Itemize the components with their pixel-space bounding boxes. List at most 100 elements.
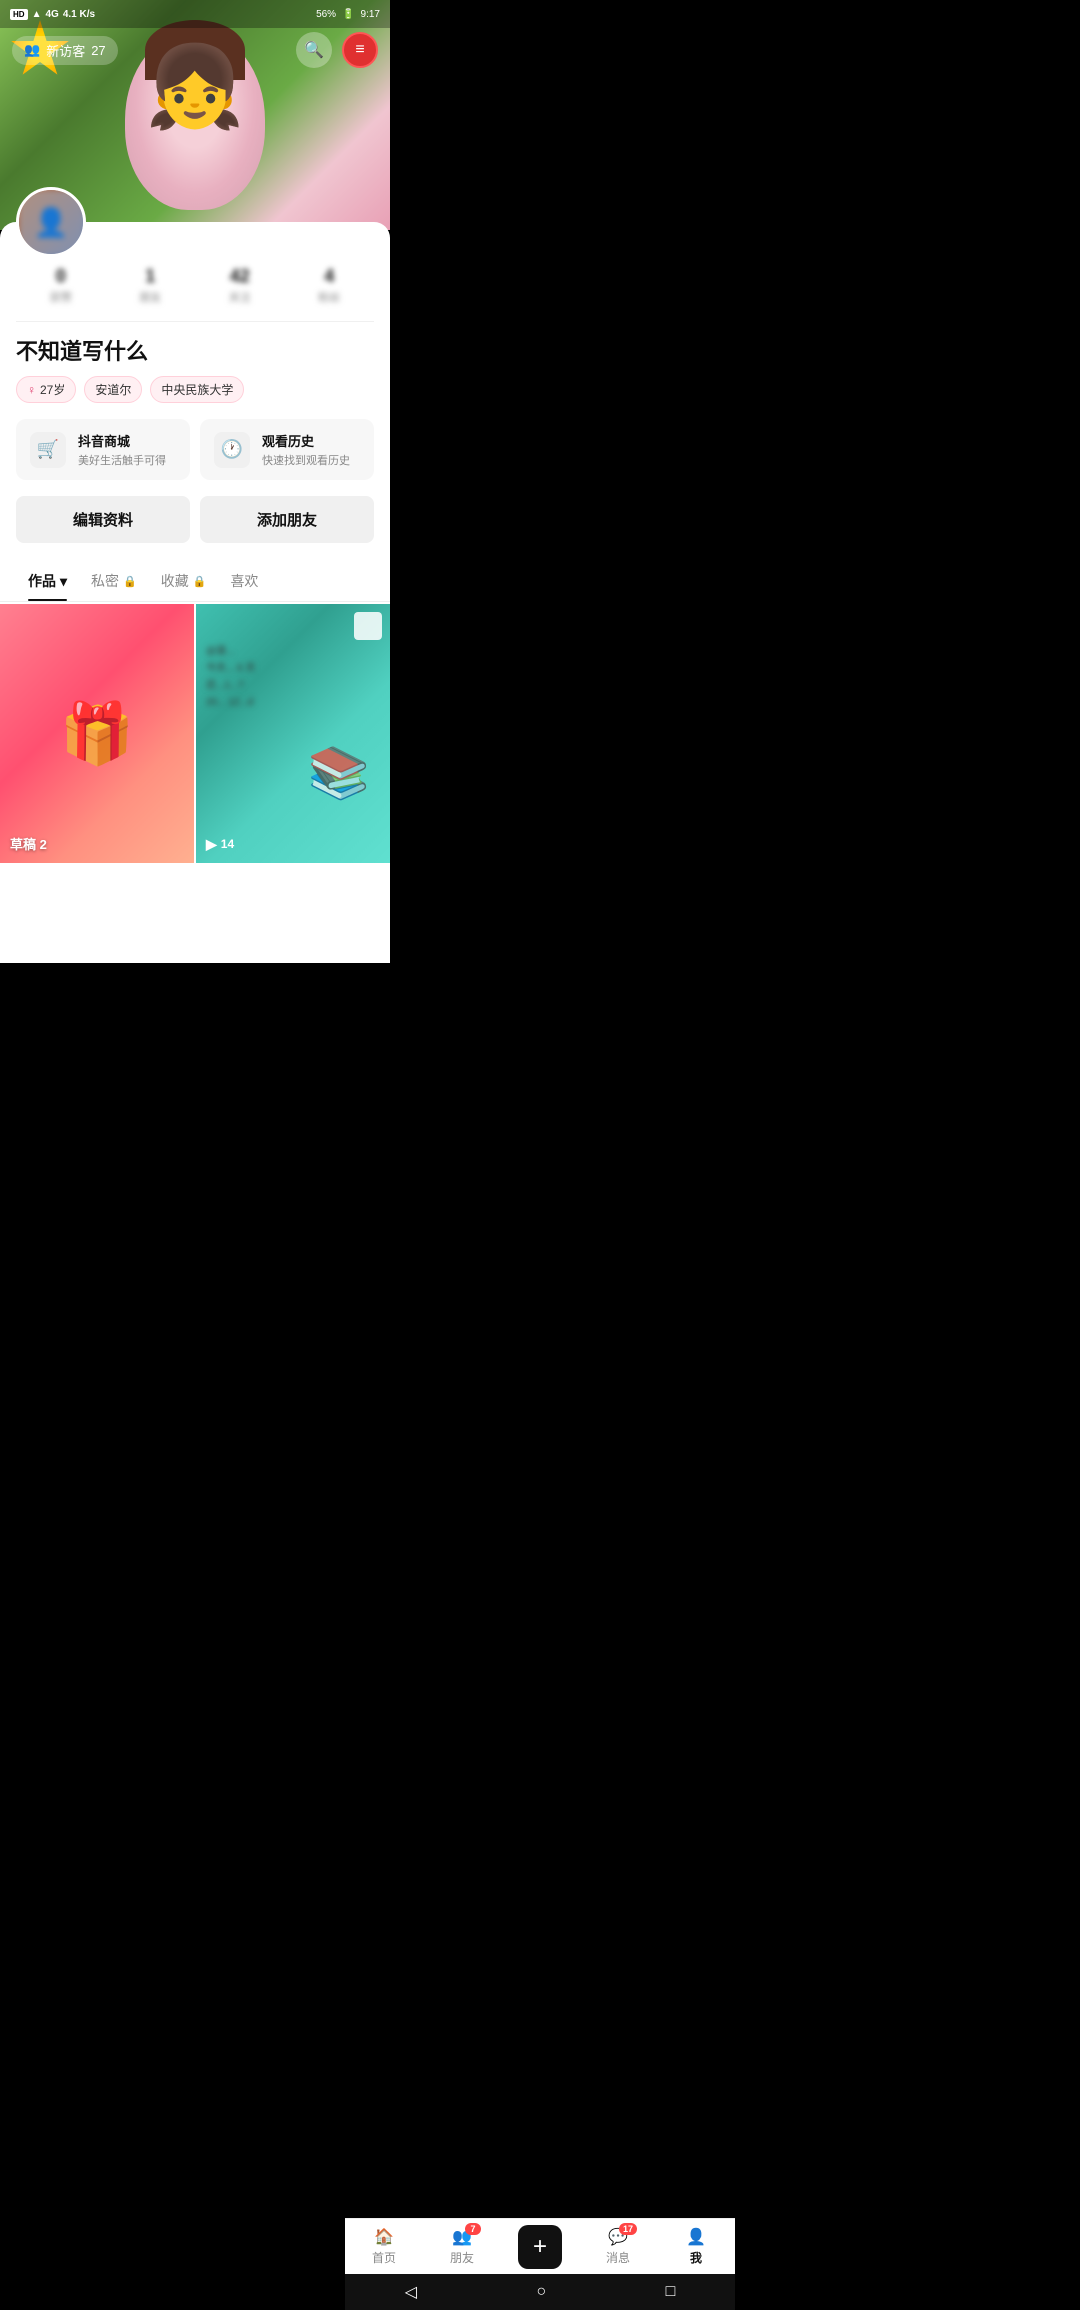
avatar[interactable]: 👤 [16, 187, 86, 257]
tab-works-arrow: ▾ [60, 573, 67, 590]
username: 不知道写什么 [16, 334, 374, 366]
create-button[interactable]: + [518, 2225, 562, 2269]
stat-followers[interactable]: 4 粉丝 [285, 266, 375, 305]
recents-button[interactable]: □ [666, 2283, 676, 2301]
history-subtitle: 快速找到观看历史 [262, 452, 350, 468]
grid-item-video[interactable]: 📚 @菠... 今天... 6 天 还...1...? 20... 12...d… [196, 604, 390, 863]
stat-following-num: 42 [195, 266, 285, 287]
visitor-count: 27 [91, 43, 105, 58]
grid-item-draft[interactable]: 🎁 草稿 2 [0, 604, 194, 863]
home-button[interactable]: ○ [536, 2283, 546, 2301]
tab-favorites-lock-icon: 🔒 [193, 575, 207, 588]
video-text-line-4: 20... 12...d [206, 695, 380, 710]
play-count-num: 14 [221, 837, 234, 851]
video-text-2: 今天... 6 天 [206, 661, 255, 676]
tag-location-label: 安道尔 [95, 381, 131, 398]
nav-messages-label: 消息 [606, 2249, 630, 2266]
speed-indicator: 4.1 K/s [63, 9, 95, 20]
video-text-line-1: @菠... [206, 644, 380, 659]
stat-following[interactable]: 42 关注 [195, 266, 285, 305]
stat-likes-num: 0 [16, 266, 106, 287]
nav-profile[interactable]: 👤 我 [657, 2227, 735, 2266]
tab-favorites[interactable]: 收藏 🔒 [149, 561, 219, 601]
content-grid: 🎁 草稿 2 📚 @菠... 今天... 6 天 还...1...? [0, 604, 390, 863]
battery-label: 56% [316, 9, 336, 20]
tab-favorites-label: 收藏 [161, 571, 189, 591]
tab-likes[interactable]: 喜欢 [218, 561, 270, 601]
profile-nav-icon: 👤 [686, 2227, 706, 2247]
stat-friends[interactable]: 1 朋友 [106, 266, 196, 305]
shop-text: 抖音商城 美好生活触手可得 [78, 431, 166, 468]
stat-likes-label: 获赞 [16, 289, 106, 305]
shop-title: 抖音商城 [78, 431, 166, 450]
history-icon: 🕐 [214, 432, 250, 468]
tag-age-label: 27岁 [40, 381, 65, 398]
feature-row: 🛒 抖音商城 美好生活触手可得 🕐 观看历史 快速找到观看历史 [16, 419, 374, 480]
add-friend-button[interactable]: 添加朋友 [200, 496, 374, 543]
network-icon: 4G [45, 9, 58, 20]
shop-icon: 🛒 [30, 432, 66, 468]
nav-home[interactable]: 🏠 首页 [345, 2227, 423, 2266]
tab-private[interactable]: 私密 🔒 [79, 561, 149, 601]
system-nav: ◁ ○ □ [345, 2274, 735, 2310]
search-icon: 🔍 [304, 40, 324, 60]
stat-followers-label: 粉丝 [285, 289, 375, 305]
nav-profile-label: 我 [690, 2249, 702, 2266]
tag-location[interactable]: 安道尔 [84, 376, 142, 403]
battery-icon: 🔋 [342, 9, 354, 20]
nav-friends-label: 朋友 [450, 2249, 474, 2266]
tab-private-label: 私密 [91, 571, 119, 591]
draft-label: 草稿 2 [10, 834, 47, 853]
video-text-4: 20... 12...d [206, 695, 253, 710]
gender-icon: ♀ [27, 383, 36, 397]
hd-badge: HD [10, 9, 28, 20]
visitor-badge[interactable]: 👥 新访客 27 [12, 36, 118, 65]
visitor-label: 新访客 [46, 41, 85, 60]
top-actions: 👥 新访客 27 🔍 ≡ [0, 32, 390, 68]
profile-section: 👤 0 获赞 1 朋友 42 关注 4 粉丝 不知道写什么 ♀ 27岁 安道尔 [0, 222, 390, 963]
tag-age[interactable]: ♀ 27岁 [16, 376, 76, 403]
nav-messages[interactable]: 💬 消息 17 [579, 2227, 657, 2266]
nav-home-label: 首页 [372, 2249, 396, 2266]
status-bar: HD ▲ 4G 4.1 K/s 56% 🔋 9:17 [0, 0, 390, 28]
tag-school-label: 中央民族大学 [161, 381, 233, 398]
tab-works[interactable]: 作品 ▾ [16, 561, 79, 601]
search-button[interactable]: 🔍 [296, 32, 332, 68]
friends-badge: 7 [465, 2223, 481, 2235]
draft-emoji: 🎁 [60, 698, 135, 769]
tag-school[interactable]: 中央民族大学 [150, 376, 244, 403]
shop-card[interactable]: 🛒 抖音商城 美好生活触手可得 [16, 419, 190, 480]
video-text-1: @菠... [206, 644, 235, 659]
nav-friends[interactable]: 👥 朋友 7 [423, 2227, 501, 2266]
tags-row: ♀ 27岁 安道尔 中央民族大学 [16, 376, 374, 403]
avatar-image: 👤 [19, 190, 83, 254]
video-overlay-box [354, 612, 382, 640]
play-icon: ▶ [206, 836, 217, 853]
menu-button[interactable]: ≡ [342, 32, 378, 68]
back-button[interactable]: ◁ [405, 2282, 417, 2302]
tab-private-lock-icon: 🔒 [123, 575, 137, 588]
stat-followers-num: 4 [285, 266, 375, 287]
video-emoji: 📚 [308, 744, 370, 803]
stat-friends-num: 1 [106, 266, 196, 287]
tab-works-label: 作品 [28, 571, 56, 591]
history-title: 观看历史 [262, 431, 350, 450]
time-display: 9:17 [361, 9, 380, 20]
video-text-line-3: 还...1...? [206, 678, 380, 693]
stat-likes[interactable]: 0 获赞 [16, 266, 106, 305]
video-text-block: @菠... 今天... 6 天 还...1...? 20... 12...d [206, 644, 380, 712]
bottom-nav: 🏠 首页 👥 朋友 7 + 💬 消息 17 👤 我 [345, 2218, 735, 2274]
nav-create[interactable]: + [501, 2225, 579, 2269]
tab-likes-label: 喜欢 [230, 571, 258, 591]
edit-profile-button[interactable]: 编辑资料 [16, 496, 190, 543]
history-card[interactable]: 🕐 观看历史 快速找到观看历史 [200, 419, 374, 480]
home-icon: 🏠 [374, 2227, 394, 2247]
grid-item-video-bg: 📚 [196, 604, 390, 863]
video-text-line-2: 今天... 6 天 [206, 661, 380, 676]
signal-icon: ▲ [32, 9, 42, 20]
shop-subtitle: 美好生活触手可得 [78, 452, 166, 468]
stat-following-label: 关注 [195, 289, 285, 305]
history-text: 观看历史 快速找到观看历史 [262, 431, 350, 468]
tabs-row: 作品 ▾ 私密 🔒 收藏 🔒 喜欢 [0, 561, 390, 602]
menu-icon: ≡ [355, 41, 364, 59]
